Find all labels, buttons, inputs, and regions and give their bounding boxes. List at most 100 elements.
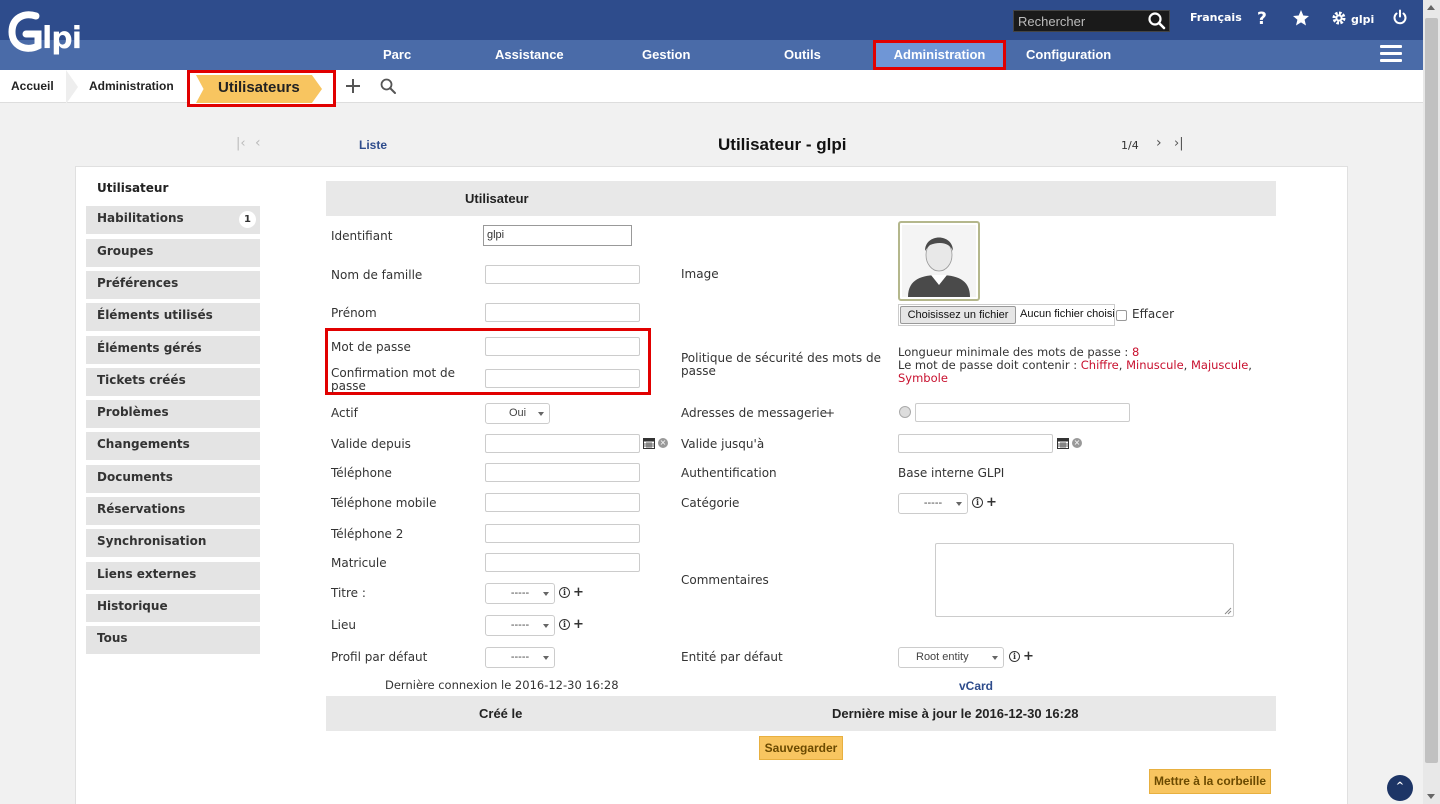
valide-jusqua-label: Valide jusqu'à (681, 437, 765, 451)
tab-tous[interactable]: Tous (86, 626, 260, 654)
info-icon[interactable]: i (559, 619, 570, 630)
tab-utilisateur[interactable]: Utilisateur (86, 176, 260, 204)
count-badge: 1 (239, 211, 256, 228)
pager-count: 1/4 (1121, 139, 1139, 152)
info-icon[interactable]: i (559, 587, 570, 598)
scroll-to-top-button[interactable]: ^ (1387, 775, 1413, 801)
info-icon[interactable]: i (972, 497, 983, 508)
titre-select[interactable]: ----- (485, 583, 555, 604)
identifiant-input[interactable]: glpi (483, 225, 632, 246)
tab-label: Synchronisation (97, 534, 207, 548)
page-scrollbar[interactable] (1423, 0, 1440, 804)
menu-outils[interactable]: Outils (784, 47, 821, 62)
tab-problemes[interactable]: Problèmes (86, 400, 260, 428)
save-button[interactable]: Sauvegarder (759, 736, 843, 760)
tel2-input[interactable] (485, 524, 640, 543)
logout-power-icon[interactable] (1392, 9, 1408, 28)
policy-requirement: Minuscule (1126, 358, 1184, 372)
tel-mobile-input[interactable] (485, 493, 640, 512)
add-plus-icon[interactable] (343, 76, 363, 99)
updated-label: Dernière mise à jour le 2016-12-30 16:28 (832, 706, 1079, 721)
default-email-radio[interactable] (899, 406, 911, 418)
search-box[interactable] (1013, 10, 1170, 32)
tab-label: Réservations (97, 502, 186, 516)
tab-synchronisation[interactable]: Synchronisation (86, 529, 260, 557)
first-record-icon[interactable]: |‹ (236, 136, 246, 151)
tab-label: Documents (97, 470, 173, 484)
prenom-input[interactable] (485, 303, 640, 322)
password-label: Mot de passe (331, 340, 411, 354)
commentaires-label: Commentaires (681, 573, 769, 587)
tab-habilitations[interactable]: Habilitations 1 (86, 206, 260, 234)
add-icon[interactable]: + (573, 617, 584, 632)
resize-handle-icon[interactable] (1224, 607, 1232, 615)
tab-reservations[interactable]: Réservations (86, 497, 260, 525)
categorie-select[interactable]: ----- (898, 493, 968, 514)
tab-liens-externes[interactable]: Liens externes (86, 562, 260, 590)
effacer-checkbox[interactable] (1116, 310, 1127, 321)
favorites-star-icon[interactable] (1292, 9, 1310, 30)
scroll-down-icon[interactable] (1427, 794, 1435, 799)
add-icon[interactable]: + (573, 585, 584, 600)
commentaires-textarea[interactable] (935, 543, 1234, 617)
menu-configuration[interactable]: Configuration (1026, 47, 1111, 62)
tab-label: Éléments gérés (97, 341, 202, 355)
tab-tickets-crees[interactable]: Tickets créés (86, 368, 260, 396)
previous-record-icon[interactable]: ‹ (255, 135, 261, 151)
calendar-icon[interactable] (1057, 437, 1069, 449)
profil-select[interactable]: ----- (485, 647, 555, 668)
actif-select[interactable]: Oui (485, 403, 550, 424)
valide-jusqua-input[interactable] (898, 434, 1053, 453)
add-icon[interactable]: + (986, 495, 997, 510)
tab-changements[interactable]: Changements (86, 432, 260, 460)
chevron-down-icon (538, 412, 544, 416)
tab-groupes[interactable]: Groupes (86, 239, 260, 267)
tab-documents[interactable]: Documents (86, 465, 260, 493)
clear-icon[interactable]: × (658, 438, 668, 448)
search-icon[interactable] (379, 77, 397, 98)
search-icon[interactable] (1147, 11, 1169, 31)
file-upload[interactable]: Choisissez un fichier Aucun fichier choi… (898, 304, 1115, 326)
chevron-down-icon (543, 624, 549, 628)
preferences-gear-icon[interactable] (1331, 10, 1347, 29)
add-email-icon[interactable]: + (825, 406, 835, 420)
list-link[interactable]: Liste (359, 138, 387, 152)
choose-file-button[interactable]: Choisissez un fichier (900, 306, 1016, 324)
menu-administration[interactable]: Administration (873, 40, 1006, 70)
tab-elements-geres[interactable]: Éléments gérés (86, 336, 260, 364)
search-input[interactable] (1014, 13, 1147, 29)
add-icon[interactable]: + (1023, 649, 1034, 664)
menu-parc[interactable]: Parc (383, 47, 411, 62)
breadcrumb-home[interactable]: Accueil (11, 79, 54, 93)
matricule-input[interactable] (485, 553, 640, 572)
menu-gestion[interactable]: Gestion (642, 47, 690, 62)
tab-preferences[interactable]: Préférences (86, 271, 260, 299)
password-input[interactable] (485, 337, 640, 356)
hamburger-menu-icon[interactable] (1380, 45, 1402, 63)
user-name-link[interactable]: glpi (1351, 13, 1374, 26)
trash-button[interactable]: Mettre à la corbeille (1149, 769, 1271, 794)
nom-input[interactable] (485, 265, 640, 284)
breadcrumb-utilisateurs[interactable]: Utilisateurs (187, 70, 336, 107)
breadcrumb-administration[interactable]: Administration (89, 79, 174, 93)
info-icon[interactable]: i (1009, 651, 1020, 662)
help-icon[interactable]: ? (1257, 9, 1267, 29)
tab-elements-utilises[interactable]: Éléments utilisés (86, 303, 260, 331)
clear-icon[interactable]: × (1072, 438, 1082, 448)
menu-assistance[interactable]: Assistance (495, 47, 564, 62)
valide-depuis-input[interactable] (485, 434, 640, 453)
tab-historique[interactable]: Historique (86, 594, 260, 622)
scrollbar-thumb[interactable] (1425, 18, 1438, 763)
glpi-logo[interactable]: lpi (6, 4, 101, 60)
password-confirm-input[interactable] (485, 369, 640, 388)
vcard-link[interactable]: vCard (959, 679, 993, 693)
lieu-select[interactable]: ----- (485, 615, 555, 636)
entite-select[interactable]: Root entity (898, 647, 1004, 668)
telephone-input[interactable] (485, 463, 640, 482)
language-link[interactable]: Français (1190, 11, 1242, 24)
last-record-icon[interactable]: ›| (1174, 136, 1184, 151)
email-input[interactable] (915, 403, 1130, 422)
next-record-icon[interactable]: › (1156, 135, 1162, 151)
calendar-icon[interactable] (643, 437, 655, 449)
scroll-up-icon[interactable] (1427, 5, 1435, 10)
